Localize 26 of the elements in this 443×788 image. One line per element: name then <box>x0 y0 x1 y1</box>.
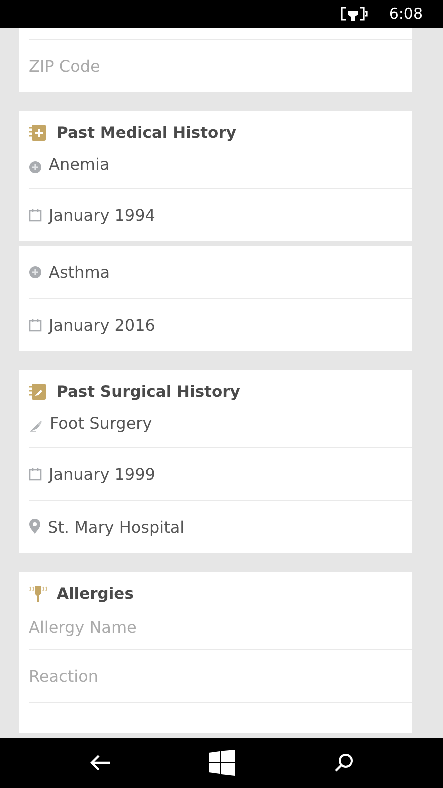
circle-plus-icon <box>29 266 42 278</box>
windows-logo-icon <box>209 750 236 776</box>
field-value: Asthma <box>49 262 110 282</box>
surgical-notes-icon <box>29 383 47 401</box>
search-icon <box>334 753 354 773</box>
input-field[interactable]: Allergy Name <box>29 618 329 637</box>
field-value: Foot Surgery <box>50 414 152 433</box>
field-value: January 1999 <box>49 464 156 484</box>
input-field[interactable]: Reaction <box>29 666 329 686</box>
circle-plus-icon <box>29 161 42 174</box>
calendar-icon <box>29 318 42 332</box>
section-title: Past Medical History <box>57 124 236 142</box>
field-value: St. Mary Hospital <box>48 518 185 536</box>
calendar-icon <box>29 208 42 222</box>
calendar-icon <box>29 467 42 481</box>
field-value: Anemia <box>49 155 110 174</box>
location-pin-icon <box>29 519 41 535</box>
section-title: Allergies <box>57 585 134 603</box>
clock: 6:08 <box>389 5 423 23</box>
back-arrow-icon <box>89 754 112 772</box>
allergy-icon <box>29 585 47 603</box>
section-title: Past Surgical History <box>57 383 240 401</box>
field-value: January 2016 <box>49 316 156 334</box>
field-value: January 1994 <box>49 206 156 224</box>
scalpel-icon <box>29 420 43 433</box>
medical-notes-icon <box>29 124 47 142</box>
